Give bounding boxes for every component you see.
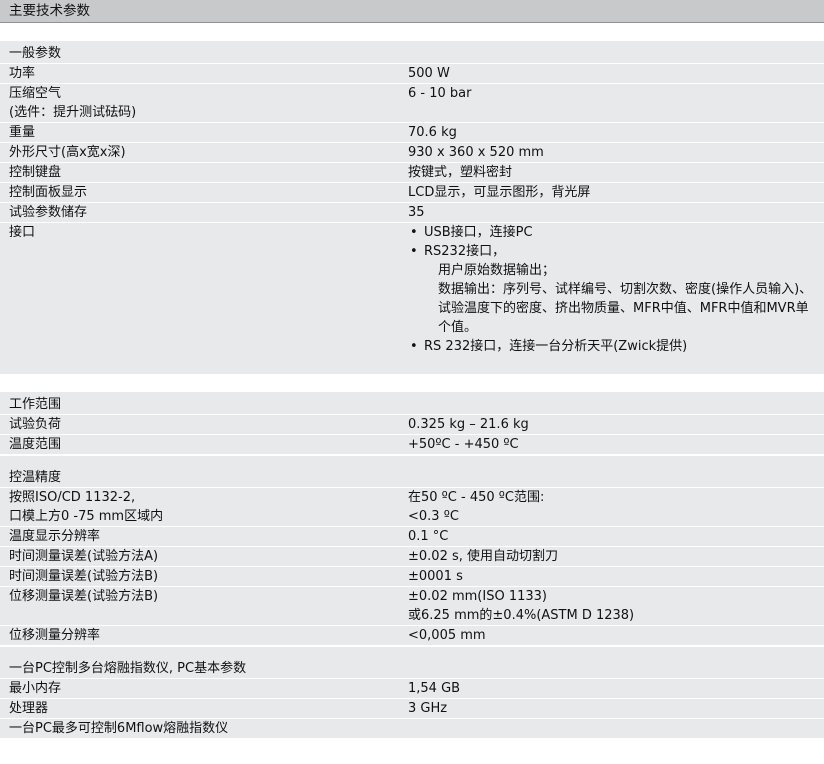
spec-label: 按照ISO/CD 1132-2, [9,490,136,505]
spec-row-footer-note: 一台PC最多可控制6Mflow熔融指数仪 [0,718,824,738]
spec-value: 0.1 °C [408,529,449,544]
spec-label: 压缩空气 [9,86,62,101]
spec-label-note: (选件：提升测试砝码) [9,105,137,120]
spec-label: 时间测量误差(试验方法A) [9,549,159,564]
spec-row-memory: 最小内存 1,54 GB [0,678,824,698]
spec-value: 在50 ºC - 450 ºC范围: [408,490,545,505]
spec-label: 试验参数储存 [9,205,88,220]
spec-row-storage: 试验参数储存 35 [0,202,824,222]
spec-label: 重量 [9,125,36,140]
spec-value: LCD显示，可显示图形，背光屏 [408,185,591,200]
spec-value: 6 - 10 bar [408,86,472,101]
spec-row-interface: 接口 USB接口，连接PC RS232接口， 用户原始数据输出； 数据输出：序列… [0,222,824,362]
spec-label: 外形尺寸(高x宽x深) [9,145,126,160]
spec-label: 控制面板显示 [9,185,88,200]
spec-row-time-error-b: 时间测量误差(试验方法B) ±0001 s [0,566,824,586]
spec-value: 按键式，塑料密封 [408,165,513,180]
spec-row-temp-resolution: 温度显示分辨率 0.1 °C [0,526,824,546]
spec-value: <0.3 ºC [408,509,459,524]
spec-row-temp-range: 温度范围 +50ºC - +450 ºC [0,434,824,454]
spec-row-display: 控制面板显示 LCD显示，可显示图形，背光屏 [0,182,824,202]
spec-label: 最小内存 [9,681,62,696]
spec-value: 930 x 360 x 520 mm [408,145,544,160]
spec-note: 一台PC最多可控制6Mflow熔融指数仪 [9,721,229,736]
spec-label: 试验负荷 [9,417,62,432]
section-heading-general: 一般参数 [0,44,824,63]
spec-row-keypad: 控制键盘 按键式，塑料密封 [0,162,824,182]
spec-row-temp-control: 按照ISO/CD 1132-2, 口模上方0 -75 mm区域内 在50 ºC … [0,487,824,526]
section-heading-range: 工作范围 [0,395,824,414]
interface-item-balance: RS 232接口，连接一台分析天平(Zwick提供) [408,337,816,356]
spec-label: 位移测量误差(试验方法B) [9,589,159,604]
section-heading-accuracy: 控温精度 [0,468,824,487]
spec-label: 处理器 [9,701,49,716]
spec-row-displacement-error: 位移测量误差(试验方法B) ±0.02 mm(ISO 1133) 或6.25 m… [0,586,824,625]
spec-row-processor: 处理器 3 GHz [0,698,824,718]
spec-row-power: 功率 500 W [0,63,824,83]
spec-value: 0.325 kg – 21.6 kg [408,417,529,432]
spec-label: 接口 [9,225,36,240]
spec-value: ±0001 s [408,569,463,584]
page-title: 主要技术参数 [0,0,824,23]
interface-item-rs232: RS232接口， 用户原始数据输出； 数据输出：序列号、试样编号、切割次数、密度… [408,242,816,337]
spec-value: 70.6 kg [408,125,457,140]
spec-row-weight: 重量 70.6 kg [0,122,824,142]
spec-label: 口模上方0 -75 mm区域内 [9,509,164,524]
spec-label: 时间测量误差(试验方法B) [9,569,159,584]
interface-item-usb: USB接口，连接PC [408,223,816,242]
spec-label: 位移测量分辨率 [9,628,101,643]
spec-value: +50ºC - +450 ºC [408,437,519,452]
section-heading-pc: 一台PC控制多台熔融指数仪, PC基本参数 [0,659,824,678]
spec-value: 3 GHz [408,701,448,716]
spec-value: 500 W [408,66,450,81]
spec-label: 温度显示分辨率 [9,529,101,544]
spec-row-time-error-a: 时间测量误差(试验方法A) ±0.02 s, 使用自动切割刀 [0,546,824,566]
spec-label: 功率 [9,66,36,81]
spec-row-test-load: 试验负荷 0.325 kg – 21.6 kg [0,414,824,434]
spec-value: ±0.02 mm(ISO 1133) [408,589,547,604]
spec-row-displacement-resolution: 位移测量分辨率 <0,005 mm [0,625,824,645]
spec-label: 温度范围 [9,437,62,452]
interface-list: USB接口，连接PC RS232接口， 用户原始数据输出； 数据输出：序列号、试… [408,223,816,356]
spec-row-dimensions: 外形尺寸(高x宽x深) 930 x 360 x 520 mm [0,142,824,162]
spec-value: 1,54 GB [408,681,461,696]
spec-value: ±0.02 s, 使用自动切割刀 [408,549,559,564]
spec-row-compressed-air: 压缩空气 (选件：提升测试砝码) 6 - 10 bar [0,83,824,122]
spec-value: 或6.25 mm的±0.4%(ASTM D 1238) [408,608,635,623]
spec-value: 35 [408,205,425,220]
spec-label: 控制键盘 [9,165,62,180]
spec-value: <0,005 mm [408,628,486,643]
